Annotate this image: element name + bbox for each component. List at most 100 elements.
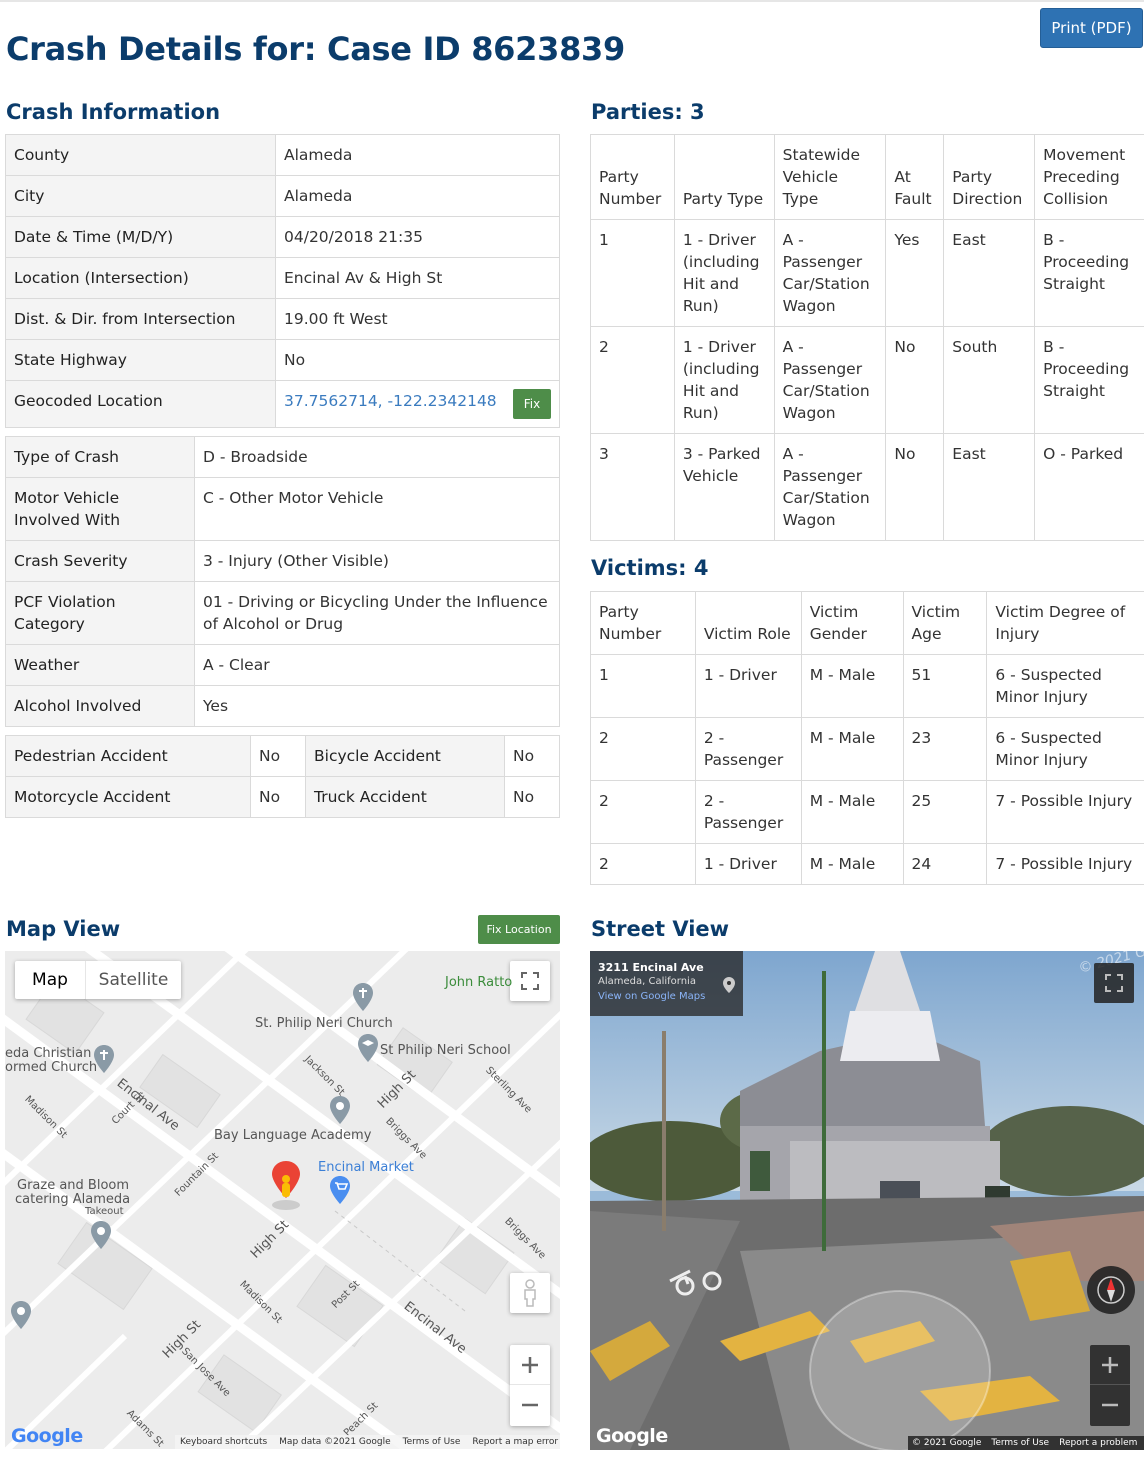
victim-age-cell: 24 bbox=[902, 843, 988, 885]
parties-col-at-fault: At Fault bbox=[885, 134, 945, 220]
victim-age-cell: 23 bbox=[902, 717, 988, 781]
map-label-graze-2: catering Alameda bbox=[15, 1192, 131, 1207]
fullscreen-icon bbox=[521, 972, 539, 990]
geocoded-location-link[interactable]: 37.7562714, -122.2342148 bbox=[284, 392, 497, 410]
victims-table: Party Number Victim Role Victim Gender V… bbox=[590, 591, 1144, 885]
pcf-violation-value: 01 - Driving or Bicycling Under the Infl… bbox=[194, 581, 560, 645]
church-pin-icon[interactable] bbox=[353, 983, 373, 1011]
geocoded-location-cell: 37.7562714, -122.2342148 Fix bbox=[275, 380, 560, 428]
map-canvas[interactable]: Map Satellite John Ratto St. Philip Neri… bbox=[5, 951, 560, 1449]
minus-icon bbox=[522, 1403, 538, 1407]
county-label: County bbox=[5, 134, 276, 176]
table-row: 2 1 - Driver M - Male 24 7 - Possible In… bbox=[590, 843, 1144, 885]
table-row: 1 1 - Driver (including Hit and Run) A -… bbox=[590, 219, 1144, 327]
minus-icon bbox=[1102, 1403, 1118, 1407]
victim-gender-cell: M - Male bbox=[800, 717, 904, 781]
table-row: 1 1 - Driver M - Male 51 6 - Suspected M… bbox=[590, 654, 1144, 718]
street-terms-link[interactable]: Terms of Use bbox=[991, 1438, 1049, 1448]
map-type-control: Map Satellite bbox=[15, 961, 181, 999]
party-type-cell: 1 - Driver (including Hit and Run) bbox=[673, 326, 775, 434]
crash-information-table: County Alameda City Alameda Date & Time (M… bbox=[5, 134, 560, 428]
street-zoom-control bbox=[1090, 1345, 1130, 1426]
geocoded-location-label: Geocoded Location bbox=[5, 380, 276, 428]
school-pin-icon[interactable] bbox=[358, 1034, 378, 1062]
table-row: 2 2 - Passenger M - Male 23 6 - Suspecte… bbox=[590, 717, 1144, 781]
view-on-google-maps-link[interactable]: View on Google Maps bbox=[598, 991, 735, 1002]
poi-pin-icon[interactable] bbox=[11, 1301, 31, 1329]
distance-direction-label: Dist. & Dir. from Intersection bbox=[5, 298, 276, 340]
location-label: Location (Intersection) bbox=[5, 257, 276, 299]
report-problem-link[interactable]: Report a problem bbox=[1059, 1438, 1137, 1448]
vehicle-type-cell: A - Passenger Car/Station Wagon bbox=[773, 433, 887, 541]
google-logo: Google bbox=[11, 1425, 83, 1447]
map-label-encinal-market: Encinal Market bbox=[318, 1160, 414, 1175]
street-zoom-out-button[interactable] bbox=[1090, 1385, 1130, 1425]
plus-icon bbox=[1102, 1356, 1118, 1373]
takeout-pin-icon[interactable] bbox=[91, 1221, 111, 1249]
victims-col-injury: Victim Degree of Injury bbox=[986, 591, 1144, 655]
pcf-violation-label: PCF Violation Category bbox=[5, 581, 195, 645]
type-of-crash-value: D - Broadside bbox=[194, 436, 560, 478]
street-zoom-in-button[interactable] bbox=[1090, 1345, 1130, 1385]
victims-col-party-number: Party Number bbox=[590, 591, 696, 655]
zoom-out-button[interactable] bbox=[510, 1385, 550, 1425]
at-fault-cell: No bbox=[885, 326, 945, 434]
parties-col-party-number: Party Number bbox=[590, 134, 675, 220]
direction-cell: South bbox=[943, 326, 1036, 434]
crash-severity-label: Crash Severity bbox=[5, 540, 195, 582]
street-city: Alameda, California bbox=[598, 976, 696, 987]
parties-col-movement: Movement Preceding Collision bbox=[1034, 134, 1144, 220]
shopping-cart-pin-icon[interactable] bbox=[330, 1176, 350, 1204]
print-pdf-button[interactable]: Print (PDF) bbox=[1040, 8, 1143, 48]
movement-cell: B - Proceeding Straight bbox=[1034, 326, 1144, 434]
truck-accident-value: No bbox=[504, 776, 560, 818]
direction-cell: East bbox=[943, 219, 1036, 327]
party-number-cell: 1 bbox=[590, 219, 675, 327]
compass-icon bbox=[1097, 1276, 1125, 1304]
at-fault-cell: Yes bbox=[885, 219, 945, 327]
victim-age-cell: 51 bbox=[902, 654, 988, 718]
victim-party-cell: 2 bbox=[590, 843, 696, 885]
academy-pin-icon[interactable] bbox=[330, 1096, 350, 1124]
victim-role-cell: 2 - Passenger bbox=[694, 780, 802, 844]
party-type-cell: 3 - Parked Vehicle bbox=[673, 433, 775, 541]
street-view-panorama[interactable]: © 2021 Google 3211 Encinal Ave Alameda, … bbox=[590, 951, 1144, 1450]
victim-injury-cell: 6 - Suspected Minor Injury bbox=[986, 717, 1144, 781]
satellite-tab[interactable]: Satellite bbox=[85, 961, 181, 999]
weather-label: Weather bbox=[5, 644, 195, 686]
date-time-label: Date & Time (M/D/Y) bbox=[5, 216, 276, 258]
pegman-icon bbox=[524, 1279, 536, 1307]
victim-gender-cell: M - Male bbox=[800, 843, 904, 885]
victim-age-cell: 25 bbox=[902, 780, 988, 844]
map-tab[interactable]: Map bbox=[15, 961, 85, 999]
pegman-button[interactable] bbox=[510, 1273, 550, 1313]
top-divider bbox=[0, 0, 1144, 2]
fix-location-button[interactable]: Fix Location bbox=[478, 915, 560, 944]
zoom-in-button[interactable] bbox=[510, 1345, 550, 1385]
compass-control[interactable] bbox=[1087, 1266, 1135, 1314]
fullscreen-button[interactable] bbox=[510, 961, 550, 1001]
table-row: 3 3 - Parked Vehicle A - Passenger Car/S… bbox=[590, 433, 1144, 541]
map-label-bay-language: Bay Language Academy bbox=[214, 1128, 372, 1143]
victims-heading: Victims: 4 bbox=[591, 556, 709, 580]
vehicle-type-cell: A - Passenger Car/Station Wagon bbox=[773, 326, 887, 434]
report-map-error-link[interactable]: Report a map error bbox=[472, 1437, 558, 1447]
victim-injury-cell: 7 - Possible Injury bbox=[986, 843, 1144, 885]
street-address-card: 3211 Encinal Ave Alameda, California Vie… bbox=[590, 951, 743, 1016]
crash-type-table: Type of Crash D - Broadside Motor Vehicle… bbox=[5, 436, 560, 727]
fix-geocode-button[interactable]: Fix bbox=[513, 389, 551, 419]
crash-location-marker-icon[interactable] bbox=[269, 1159, 303, 1211]
parties-col-vehicle-type: Statewide Vehicle Type bbox=[773, 134, 887, 220]
date-time-value: 04/20/2018 21:35 bbox=[275, 216, 560, 258]
party-type-cell: 1 - Driver (including Hit and Run) bbox=[673, 219, 775, 327]
victims-col-gender: Victim Gender bbox=[800, 591, 904, 655]
street-fullscreen-button[interactable] bbox=[1094, 963, 1134, 1003]
movement-cell: B - Proceeding Straight bbox=[1034, 219, 1144, 327]
weather-value: A - Clear bbox=[194, 644, 560, 686]
truck-accident-label: Truck Accident bbox=[305, 776, 505, 818]
terms-of-use-link[interactable]: Terms of Use bbox=[403, 1437, 461, 1447]
parties-col-direction: Party Direction bbox=[943, 134, 1036, 220]
keyboard-shortcuts-link[interactable]: Keyboard shortcuts bbox=[180, 1437, 267, 1447]
map-data-text: Map data ©2021 Google bbox=[279, 1437, 391, 1447]
street-footer-bar: © 2021 Google Terms of Use Report a prob… bbox=[908, 1436, 1144, 1450]
